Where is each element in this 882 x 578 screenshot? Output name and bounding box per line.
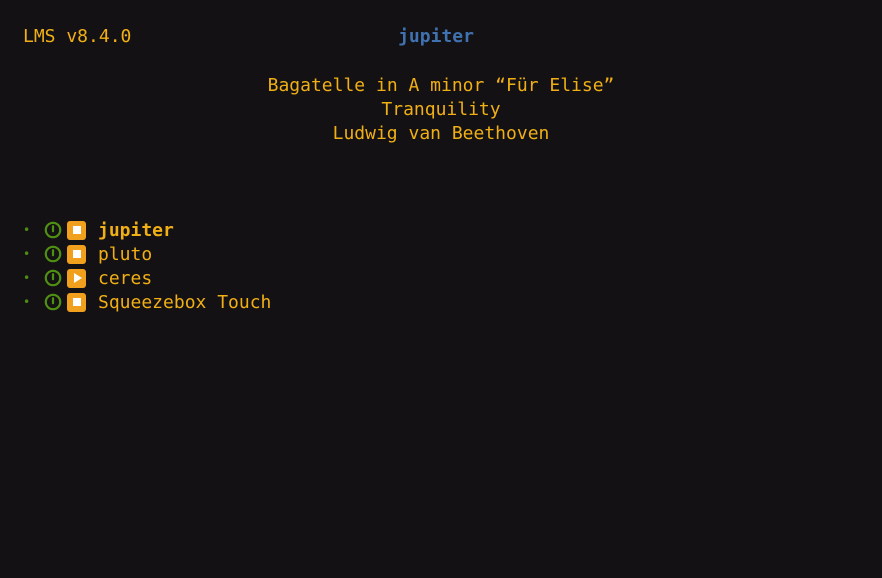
bullet-icon: • <box>23 295 31 309</box>
player-name[interactable]: ceres <box>98 268 152 289</box>
bullet-icon: • <box>23 223 31 237</box>
stop-icon[interactable] <box>67 244 86 264</box>
player-row[interactable]: • pluto <box>23 242 271 266</box>
play-icon[interactable] <box>67 268 86 288</box>
stop-icon[interactable] <box>67 220 86 240</box>
player-row[interactable]: • ceres <box>23 266 271 290</box>
power-on-icon[interactable] <box>44 293 62 311</box>
player-name[interactable]: Squeezebox Touch <box>98 292 271 313</box>
bullet-icon: • <box>23 271 31 285</box>
power-on-icon[interactable] <box>44 221 62 239</box>
player-row[interactable]: • Squeezebox Touch <box>23 290 271 314</box>
player-row[interactable]: • jupiter <box>23 218 271 242</box>
player-name[interactable]: jupiter <box>98 220 174 241</box>
bullet-icon: • <box>23 247 31 261</box>
now-playing-panel: Bagatelle in A minor “Für Elise” Tranqui… <box>0 74 882 146</box>
active-player-name[interactable]: jupiter <box>0 26 872 47</box>
power-on-icon[interactable] <box>44 245 62 263</box>
header-bar: LMS v8.4.0 jupiter <box>0 26 882 50</box>
player-name[interactable]: pluto <box>98 244 152 265</box>
player-list: • jupiter • pluto • ceres • Squeezebox T… <box>23 218 271 314</box>
artist-name: Ludwig van Beethoven <box>332 123 550 144</box>
album-name: Tranquility <box>381 99 501 120</box>
stop-icon[interactable] <box>67 292 86 312</box>
track-title: Bagatelle in A minor “Für Elise” <box>267 75 615 96</box>
power-on-icon[interactable] <box>44 269 62 287</box>
